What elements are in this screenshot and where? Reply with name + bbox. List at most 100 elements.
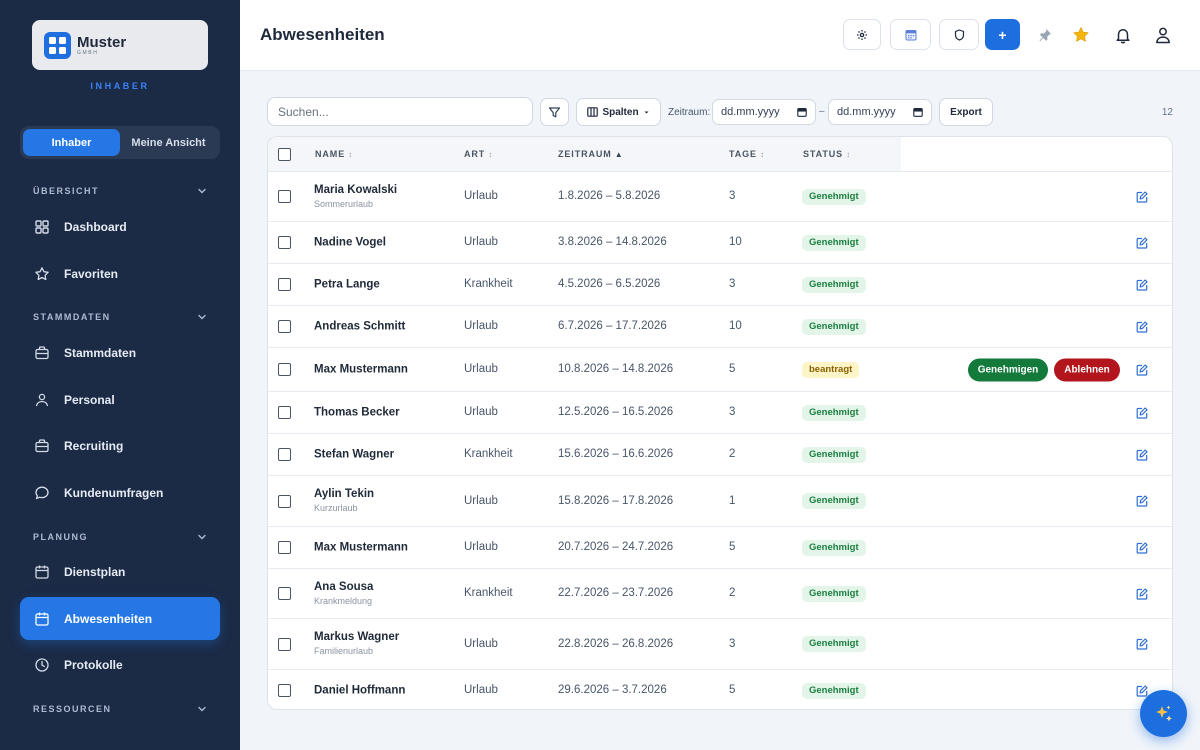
employee-name: Maria Kowalski [314,183,398,196]
user-menu-button[interactable] [1152,24,1174,46]
status-badge: Genehmigt [802,539,866,556]
row-checkbox[interactable] [278,320,291,333]
edit-icon[interactable] [1136,190,1148,203]
row-checkbox[interactable] [278,236,291,249]
security-button[interactable] [939,19,979,50]
sidebar-item-roster[interactable]: Dienstplan [20,550,220,593]
table-row[interactable]: Thomas Becker Urlaub 12.5.2026 – 16.5.2026… [268,392,1172,434]
table-row[interactable]: Max Mustermann Urlaub 10.8.2026 – 14.8.202… [268,348,1172,392]
absence-period: 12.5.2026 – 16.5.2026 [558,406,674,418]
reject-button[interactable]: Ablehnen [1054,358,1120,381]
sidebar-item-surveys[interactable]: Kundenumfragen [20,471,220,514]
absence-type: Krankheit [464,278,513,290]
column-header-name[interactable]: NAME ↕ [315,149,352,159]
grid-icon [35,219,49,234]
section-resources[interactable]: RESSOURCEN [33,702,207,716]
toggle-owner-view[interactable]: Inhaber [23,129,120,156]
edit-icon[interactable] [1136,685,1148,697]
row-checkbox[interactable] [278,448,291,461]
sort-icon: ↕ [846,149,851,159]
export-button[interactable]: Export [939,98,993,126]
row-checkbox[interactable] [278,637,291,651]
columns-button[interactable]: Spalten [576,98,661,126]
status-badge: Genehmigt [802,318,866,335]
sidebar-item-logs[interactable]: Protokolle [20,643,220,686]
row-checkbox[interactable] [278,190,291,203]
absence-days: 5 [729,541,736,553]
table-row[interactable]: Markus Wagner Familienurlaub Urlaub 22.8.20… [268,619,1172,670]
shield-icon [954,28,964,41]
edit-icon[interactable] [1136,638,1148,650]
table-row[interactable]: Daniel Hoffmann Urlaub 29.6.2026 – 3.7.202… [268,670,1172,709]
edit-icon[interactable] [1136,406,1148,419]
row-checkbox[interactable] [278,363,291,376]
sidebar-item-personnel[interactable]: Personal [20,378,220,421]
sidebar-item-dashboard[interactable]: Dashboard [20,205,220,248]
column-header-period[interactable]: ZEITRAUM ▲ [558,149,623,159]
sidebar-item-recruiting[interactable]: Recruiting [20,424,220,467]
edit-icon[interactable] [1136,541,1148,554]
table-row[interactable]: Petra Lange Krankheit 4.5.2026 – 6.5.2026 3… [268,264,1172,306]
assistant-button[interactable] [1140,690,1187,737]
settings-button[interactable] [843,19,881,50]
table-row[interactable]: Max Mustermann Urlaub 20.7.2026 – 24.7.202… [268,527,1172,569]
row-checkbox[interactable] [278,278,291,291]
sidebar-item-favorites[interactable]: Favoriten [20,252,220,295]
employee-name: Daniel Hoffmann [314,684,406,697]
absence-type: Urlaub [464,494,498,507]
table-row[interactable]: Aylin Tekin Kurzurlaub Urlaub 15.8.2026 – 1… [268,476,1172,527]
row-checkbox[interactable] [278,406,291,419]
section-overview[interactable]: ÜBERSICHT [33,184,207,198]
edit-icon[interactable] [1136,587,1148,600]
status-badge: Genehmigt [802,585,866,602]
pin-button[interactable] [1034,24,1056,46]
filter-button[interactable] [540,98,569,126]
employee-cell: Daniel Hoffmann [314,684,405,699]
table-row[interactable]: Ana Sousa Krankmeldung Krankheit 22.7.2026 … [268,569,1172,619]
table-row[interactable]: Stefan Wagner Krankheit 15.6.2026 – 16.6.2… [268,434,1172,476]
edit-icon[interactable] [1136,236,1148,249]
table-row[interactable]: Nadine Vogel Urlaub 3.8.2026 – 14.8.2026 10… [268,222,1172,264]
column-header-status[interactable]: STATUS ↕ [803,149,850,159]
absence-type: Urlaub [464,541,498,553]
edit-icon[interactable] [1136,495,1148,507]
column-header-type[interactable]: ART ↕ [464,149,492,159]
row-checkbox[interactable] [278,587,291,600]
edit-icon[interactable] [1136,320,1148,333]
add-button[interactable]: + [985,19,1020,50]
table-row[interactable]: Maria Kowalski Sommerurlaub Urlaub 1.8.2026… [268,172,1172,222]
edit-icon[interactable] [1136,363,1148,376]
favorites-button[interactable] [1070,24,1092,46]
select-all-checkbox[interactable] [278,148,291,161]
pin-icon [1039,29,1051,42]
section-planning[interactable]: PLANUNG [33,530,207,544]
table-row[interactable]: Andreas Schmitt Urlaub 6.7.2026 – 17.7.202… [268,306,1172,348]
briefcase-icon [35,345,49,359]
sidebar-item-absences[interactable]: Abwesenheiten [20,597,220,640]
toggle-my-view[interactable]: Meine Ansicht [120,129,217,156]
absence-days: 3 [729,406,736,418]
company-logo[interactable]: Muster GMBH [32,20,208,70]
chevron-down-icon [198,188,206,194]
row-checkbox[interactable] [278,494,291,508]
row-checkbox[interactable] [278,684,291,697]
edit-icon[interactable] [1136,448,1148,461]
edit-icon[interactable] [1136,278,1148,291]
sidebar-item-label: Dienstplan [64,564,126,579]
column-header-days[interactable]: TAGE ↕ [729,149,764,159]
date-from-input[interactable]: dd.mm.yyyy [712,99,816,125]
section-master-data[interactable]: STAMMDATEN [33,310,207,324]
company-name: Muster [77,33,127,51]
notifications-button[interactable] [1112,24,1134,46]
employee-name: Andreas Schmitt [314,320,406,332]
calendar-button[interactable] [890,19,931,50]
absence-days: 2 [729,587,736,599]
approve-button[interactable]: Genehmigen [968,358,1048,381]
date-to-input[interactable]: dd.mm.yyyy [828,99,932,125]
absence-days: 3 [729,190,736,202]
absence-period: 29.6.2026 – 3.7.2026 [558,684,667,696]
sidebar-item-masterdata[interactable]: Stammdaten [20,331,220,374]
search-input[interactable] [267,97,533,126]
row-checkbox[interactable] [278,541,291,554]
date-range-separator: – [819,106,825,117]
